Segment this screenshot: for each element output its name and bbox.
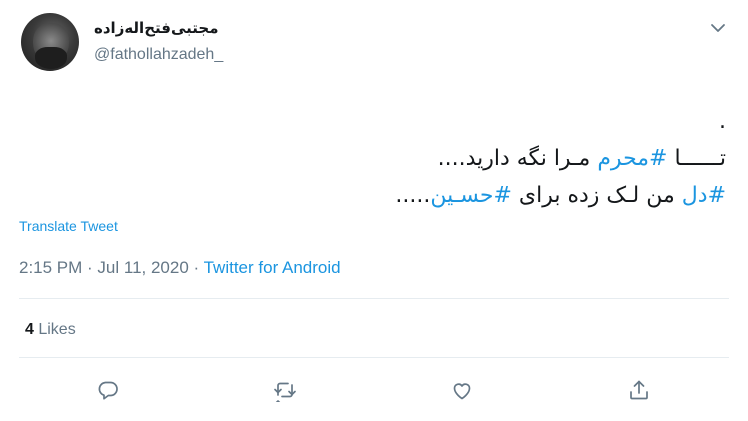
reply-icon: [98, 381, 118, 400]
share-button[interactable]: [625, 376, 653, 404]
tweet-card: مجتبی‌فتح‌اله‌زاده @fathollahzadeh_ . تـ…: [0, 0, 748, 421]
tweet-time[interactable]: 2:15 PM: [19, 258, 82, 277]
likes-count: 4: [25, 321, 34, 338]
tweet-meta: 2:15 PM · Jul 11, 2020 · Twitter for And…: [19, 258, 341, 278]
hashtag-hossein[interactable]: #حسـین: [430, 183, 512, 208]
tweet-line-2-suffix: مـرا نگه دارید....: [437, 146, 598, 171]
avatar-beard: [35, 47, 67, 69]
tweet-line-2: تــــــا #محرم مـرا نگه دارید....: [126, 140, 726, 177]
tweet-line-2-prefix: تــــــا: [667, 146, 726, 171]
author-handle[interactable]: @fathollahzadeh_: [94, 46, 223, 64]
tweet-text: . تــــــا #محرم مـرا نگه دارید.... #دل …: [126, 103, 726, 214]
like-button[interactable]: [448, 376, 476, 404]
meta-separator: ·: [82, 258, 98, 277]
tweet-line-3-middle: من لـک زده برای: [511, 183, 682, 208]
likes-label: Likes: [33, 321, 76, 338]
translate-tweet-link[interactable]: Translate Tweet: [19, 218, 118, 234]
retweet-icon: [274, 382, 296, 402]
tweet-line-3: #دل من لـک زده برای #حسـین.....: [126, 177, 726, 214]
hashtag-moharram[interactable]: #محرم: [597, 146, 667, 171]
reply-button[interactable]: [94, 376, 122, 404]
chevron-down-icon[interactable]: [708, 18, 728, 38]
tweet-line-3-suffix: .....: [395, 183, 431, 208]
meta-separator: ·: [188, 258, 204, 277]
heart-icon: [453, 383, 471, 400]
share-icon: [630, 380, 648, 400]
tweet-date[interactable]: Jul 11, 2020: [97, 258, 188, 277]
hashtag-del[interactable]: #دل: [682, 183, 726, 208]
divider: [19, 298, 729, 299]
tweet-source-link[interactable]: Twitter for Android: [204, 258, 341, 277]
tweet-line-1: .: [719, 109, 726, 134]
divider: [19, 357, 729, 358]
retweet-button[interactable]: [271, 376, 299, 404]
author-display-name[interactable]: مجتبی‌فتح‌اله‌زاده: [94, 19, 218, 37]
avatar[interactable]: [21, 13, 79, 71]
likes-stat[interactable]: 4 Likes: [25, 321, 76, 339]
